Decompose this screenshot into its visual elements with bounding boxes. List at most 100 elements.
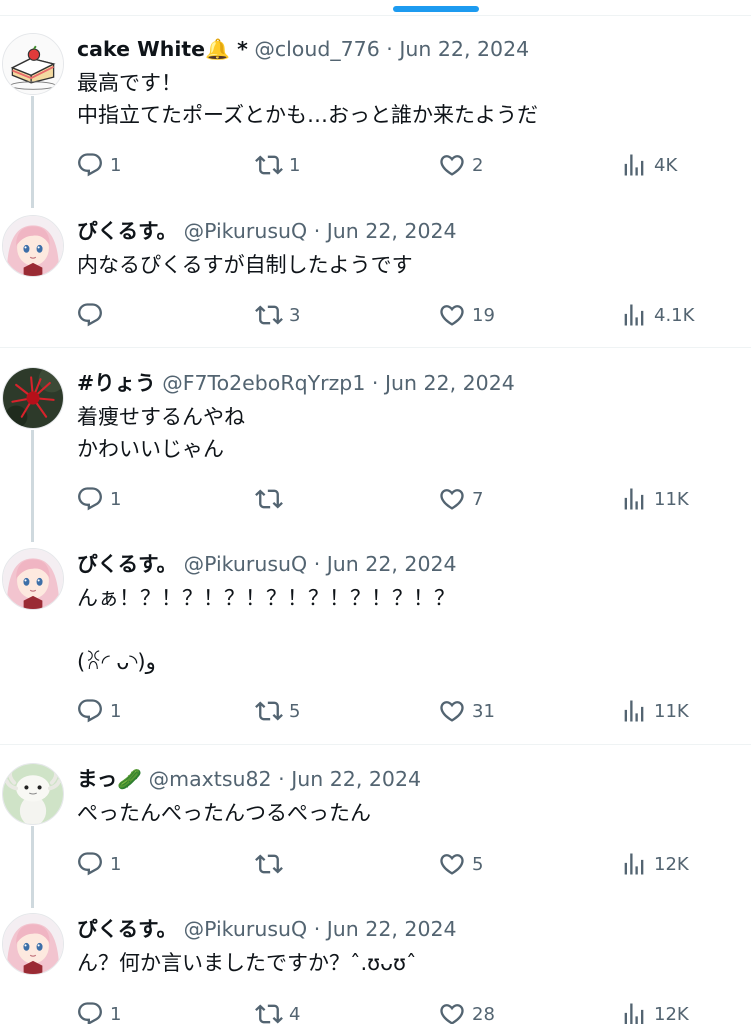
views-icon [620, 301, 648, 329]
reply-button[interactable]: 1 [76, 849, 121, 879]
views-button[interactable]: 12K [620, 999, 689, 1024]
views-icon [620, 697, 648, 725]
retweet-button[interactable] [255, 849, 289, 879]
action-bar: 1 1 2 4K [0, 150, 751, 180]
axolotl-avatar[interactable] [2, 763, 64, 825]
handle[interactable]: @cloud_776 [254, 37, 379, 61]
tweet-date[interactable]: Jun 22, 2024 [327, 552, 457, 576]
cake-icon[interactable] [2, 33, 64, 95]
tab-active-indicator [393, 6, 479, 12]
tweet[interactable]: cake White🔔 * @cloud_776 · Jun 22, 2024 … [0, 33, 751, 203]
tweet[interactable]: ぴくるす。 @PikurusuQ · Jun 22, 2024 んぁ！？！？！？… [0, 548, 751, 738]
handle[interactable]: @F7To2eboRqYrzp1 [162, 371, 365, 395]
views-count: 4K [654, 154, 678, 176]
retweet-icon [255, 1000, 283, 1024]
like-button[interactable]: 5 [438, 849, 483, 879]
conversation-divider [0, 347, 751, 348]
like-icon [438, 1000, 466, 1024]
retweet-count: 4 [289, 1003, 301, 1024]
like-button[interactable]: 31 [438, 696, 495, 726]
retweet-icon [255, 151, 283, 179]
separator-dot: · [278, 767, 285, 791]
reply-button[interactable]: 1 [76, 484, 121, 514]
tweet-date[interactable]: Jun 22, 2024 [291, 767, 421, 791]
views-button[interactable]: 11K [620, 484, 689, 514]
action-bar: 1 5 12K [0, 849, 751, 879]
reply-count: 1 [110, 700, 122, 722]
reply-button[interactable]: 1 [76, 150, 121, 180]
reply-count: 1 [110, 154, 122, 176]
like-count: 19 [472, 304, 495, 326]
tweet-header: ぴくるす。 @PikurusuQ · Jun 22, 2024 [77, 218, 457, 244]
display-name[interactable]: まっ [77, 767, 117, 791]
handle[interactable]: @PikurusuQ [184, 219, 308, 243]
tweet-text-line: 内なるぴくるすが自制したようです [77, 253, 413, 277]
retweet-icon [255, 301, 283, 329]
retweet-button[interactable]: 5 [255, 696, 300, 726]
top-border [0, 15, 751, 16]
views-count: 12K [654, 853, 689, 875]
anime-girl-avatar[interactable] [2, 215, 64, 277]
reply-count: 1 [110, 853, 122, 875]
retweet-icon [255, 697, 283, 725]
display-name[interactable]: cake White [77, 37, 205, 61]
reply-button[interactable]: 1 [76, 999, 121, 1024]
views-button[interactable]: 12K [620, 849, 689, 879]
tweet-date[interactable]: Jun 22, 2024 [399, 37, 529, 61]
like-count: 28 [472, 1003, 495, 1024]
like-count: 31 [472, 700, 495, 722]
anime-girl-avatar[interactable] [2, 913, 64, 975]
action-bar: 1 4 28 12K [0, 999, 751, 1024]
display-name[interactable]: ぴくるす。 [77, 552, 177, 576]
views-icon [620, 850, 648, 878]
reply-icon [76, 301, 104, 329]
like-button[interactable]: 19 [438, 300, 495, 330]
tweet-text-line: (ꐦ◜ ᴗ◝)و [77, 650, 156, 674]
tweet-text: ぺったんぺったんつるぺったん [77, 797, 371, 829]
views-button[interactable]: 4K [620, 150, 677, 180]
tweet-header: cake White🔔 * @cloud_776 · Jun 22, 2024 [77, 36, 529, 62]
retweet-button[interactable] [255, 484, 289, 514]
tweet-date[interactable]: Jun 22, 2024 [385, 371, 515, 395]
handle[interactable]: @maxtsu82 [149, 767, 272, 791]
like-button[interactable]: 7 [438, 484, 483, 514]
tweet-text-line [77, 614, 455, 646]
tweet-date[interactable]: Jun 22, 2024 [327, 917, 457, 941]
tweet[interactable]: ぴくるす。 @PikurusuQ · Jun 22, 2024 内なるぴくるすが… [0, 215, 751, 345]
display-name[interactable]: #りょう [77, 371, 156, 395]
separator-dot: · [313, 917, 321, 941]
retweet-button[interactable]: 1 [255, 150, 300, 180]
like-count: 7 [472, 488, 484, 510]
tweet-text-line: 最高です！ [77, 71, 182, 95]
display-name[interactable]: ぴくるす。 [77, 219, 177, 243]
retweet-count: 3 [289, 304, 301, 326]
reply-button[interactable]: 1 [76, 696, 121, 726]
like-button[interactable]: 28 [438, 999, 495, 1024]
cucumber-emoji: 🥒 [117, 767, 143, 791]
action-bar: 1 7 11K [0, 484, 751, 514]
tweet[interactable]: ぴくるす。 @PikurusuQ · Jun 22, 2024 ん？何か言いまし… [0, 913, 751, 1024]
reply-icon [76, 485, 104, 513]
tweet-text: 着痩せするんやね かわいいじゃん [77, 401, 245, 465]
views-count: 12K [654, 1003, 689, 1024]
display-name[interactable]: ぴくるす。 [77, 917, 177, 941]
anime-girl-avatar[interactable] [2, 548, 64, 610]
handle[interactable]: @PikurusuQ [184, 552, 308, 576]
like-icon [438, 151, 466, 179]
like-button[interactable]: 2 [438, 150, 483, 180]
red-flower-avatar[interactable] [2, 367, 64, 429]
reply-button[interactable] [76, 300, 110, 330]
handle[interactable]: @PikurusuQ [184, 917, 308, 941]
views-button[interactable]: 4.1K [620, 300, 694, 330]
tweet-date[interactable]: Jun 22, 2024 [327, 219, 457, 243]
separator-dot: · [313, 219, 321, 243]
retweet-button[interactable]: 3 [255, 300, 300, 330]
retweet-button[interactable]: 4 [255, 999, 300, 1024]
reply-icon [76, 151, 104, 179]
tweet[interactable]: まっ🥒 @maxtsu82 · Jun 22, 2024 ぺったんぺったんつるぺ… [0, 763, 751, 903]
tweet-text: 最高です！ 中指立てたポーズとかも…おっと誰か来たようだ [77, 67, 538, 131]
reply-icon [76, 1000, 104, 1024]
tweet[interactable]: #りょう @F7To2eboRqYrzp1 · Jun 22, 2024 着痩せ… [0, 367, 751, 537]
retweet-icon [255, 850, 283, 878]
views-button[interactable]: 11K [620, 696, 689, 726]
